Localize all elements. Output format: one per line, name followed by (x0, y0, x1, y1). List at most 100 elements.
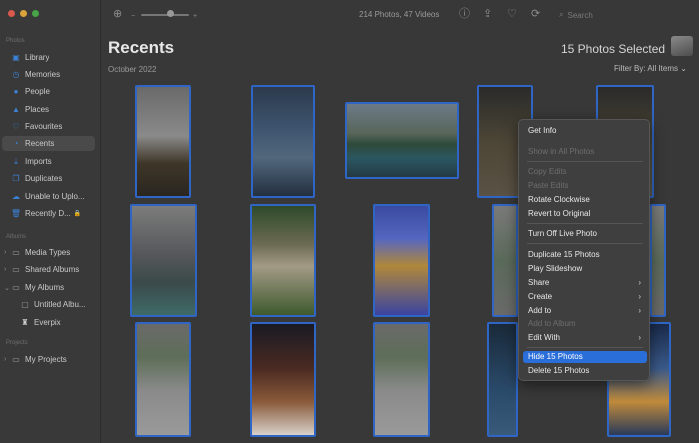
filter-dropdown[interactable]: Filter By: All Items ⌄ (614, 64, 687, 73)
zoom-slider-knob[interactable] (167, 10, 174, 17)
menu-item-edit-with[interactable]: Edit With › (523, 332, 647, 344)
photo-thumbnail[interactable] (487, 322, 518, 437)
photo-thumbnail[interactable] (250, 322, 316, 437)
photo-thumbnail[interactable] (345, 102, 459, 179)
sidebar-item-media-types[interactable]: › ▭ Media Types (2, 245, 95, 260)
rotate-icon[interactable]: ⟳ (531, 9, 540, 20)
photo-thumbnail[interactable] (135, 85, 191, 198)
sidebar-item-label: People (25, 87, 50, 96)
menu-item-label: Add to (528, 306, 552, 315)
sidebar-item-memories[interactable]: ◷ Memories (2, 67, 95, 82)
photo-thumbnail[interactable] (135, 322, 191, 437)
sidebar-item-untitled-album[interactable]: ▢ Untitled Albu... (2, 297, 95, 312)
sidebar-item-label: Everpix (34, 318, 61, 327)
photo-thumbnail[interactable] (373, 204, 430, 317)
chevron-right-icon[interactable]: › (4, 249, 6, 256)
places-icon: ▲ (12, 105, 20, 114)
sidebar-item-recents[interactable]: ◔ Recents (2, 136, 95, 151)
menu-item-add-to[interactable]: Add to › (523, 305, 647, 317)
photo-thumbnail[interactable] (250, 204, 316, 317)
menu-item-revert-to-original[interactable]: Revert to Original (523, 208, 647, 220)
sidebar-item-my-albums[interactable]: ⌄ ▭ My Albums (2, 280, 95, 295)
photo-count: 214 Photos, 47 Videos (359, 10, 440, 19)
chevron-right-icon: › (638, 306, 641, 315)
menu-item-play-slideshow[interactable]: Play Slideshow (523, 263, 647, 275)
sidebar-item-duplicates[interactable]: ❐ Duplicates (2, 171, 95, 186)
sidebar-item-label: My Albums (25, 283, 65, 292)
sidebar-item-favourites[interactable]: ♡ Favourites (2, 119, 95, 134)
menu-item-share[interactable]: Share › (523, 277, 647, 289)
heart-icon[interactable]: ♡ (507, 9, 517, 20)
menu-item-create[interactable]: Create › (523, 291, 647, 303)
chevron-down-icon[interactable]: ⌄ (4, 284, 10, 292)
menu-item-paste-edits: Paste Edits (528, 181, 569, 190)
share-icon[interactable]: ⇪ (483, 9, 492, 20)
photo-thumbnail[interactable] (130, 204, 197, 317)
menu-separator (527, 161, 643, 162)
chevron-right-icon[interactable]: › (4, 356, 6, 363)
photo-thumbnail[interactable] (492, 204, 518, 317)
sidebar-item-imports[interactable]: ⤓ Imports (2, 154, 95, 169)
sidebar-item-label: Duplicates (25, 174, 63, 183)
library-icon: ▣ (12, 53, 20, 62)
sidebar-item-people[interactable]: ● People (2, 84, 95, 99)
photo-thumbnail[interactable] (251, 85, 315, 198)
sidebar-item-label: Unable to Uplo... (25, 192, 85, 201)
clock-icon: ◔ (13, 139, 19, 148)
search-field[interactable]: ⌕ Search (559, 8, 689, 22)
chevron-right-icon: › (638, 278, 641, 287)
sidebar-section-albums: Albums (6, 234, 27, 240)
sidebar-item-places[interactable]: ▲ Places (2, 102, 95, 117)
menu-item-rotate-clockwise[interactable]: Rotate Clockwise (523, 194, 647, 206)
zoom-window-button[interactable] (32, 10, 39, 17)
info-icon[interactable]: ⓘ (459, 9, 470, 20)
minimize-window-button[interactable] (20, 10, 27, 17)
sidebar-item-label: Untitled Albu... (34, 300, 86, 309)
memories-icon: ◷ (12, 70, 20, 79)
sidebar-item-library[interactable]: ▣ Library (2, 50, 95, 65)
folder-icon: ▭ (12, 355, 20, 364)
sidebar-item-my-projects[interactable]: › ▭ My Projects (2, 352, 95, 367)
chevron-right-icon[interactable]: › (4, 266, 6, 273)
toolbar: ⊕ − + 214 Photos, 47 Videos ⓘ ⇪ ♡ ⟳ ⌕ Se… (101, 0, 699, 30)
sidebar-item-shared-albums[interactable]: › ▭ Shared Albums (2, 262, 95, 277)
search-icon: ⌕ (559, 10, 564, 19)
menu-item-label: Share (528, 278, 550, 287)
folder-icon: ▭ (12, 248, 20, 257)
zoom-slider[interactable] (141, 14, 189, 16)
sidebar-item-unable-to-upload[interactable]: ☁ Unable to Uplo... (2, 189, 95, 204)
sidebar-item-label: Recently D... (25, 209, 71, 218)
zoom-out-icon[interactable]: − (131, 11, 135, 22)
photo-thumbnail[interactable] (373, 322, 430, 437)
sidebar-item-label: Recents (25, 139, 55, 148)
menu-item-get-info[interactable]: Get Info (523, 125, 647, 137)
sidebar-item-recently-deleted[interactable]: 🗑 Recently D... 🔒 (2, 206, 95, 221)
sidebar-item-label: Media Types (25, 248, 71, 257)
menu-item-label: Create (528, 292, 553, 301)
photo-thumbnail[interactable] (650, 204, 666, 317)
filter-label: Filter By: All Items (614, 64, 679, 73)
sidebar-item-label: Imports (25, 157, 52, 166)
menu-item-turn-off-live-photo[interactable]: Turn Off Live Photo (523, 228, 647, 240)
sidebar-item-label: Favourites (25, 122, 63, 131)
sidebar-item-label: Places (25, 105, 50, 114)
people-icon: ● (13, 87, 19, 96)
menu-item-delete-photos[interactable]: Delete 15 Photos (523, 365, 647, 377)
sidebar-item-label: My Projects (25, 355, 67, 364)
menu-item-add-to-album: Add to Album (528, 319, 576, 328)
menu-separator (527, 243, 643, 244)
window-controls (8, 10, 39, 17)
sidebar: Photos ▣ Library ◷ Memories ● People ▲ P… (0, 0, 101, 443)
sidebar-item-everpix[interactable]: ♜ Everpix (2, 315, 95, 330)
chevron-down-icon: ⌄ (680, 64, 687, 73)
zoom-in-icon[interactable]: + (193, 11, 197, 22)
close-window-button[interactable] (8, 10, 15, 17)
context-menu: Get Info Show in All Photos Copy Edits P… (518, 119, 650, 381)
import-icon: ⤓ (14, 156, 18, 166)
chevron-right-icon: › (638, 333, 641, 342)
menu-item-hide-photos[interactable]: Hide 15 Photos (523, 351, 647, 363)
menu-item-duplicate-photos[interactable]: Duplicate 15 Photos (523, 249, 647, 261)
zoom-icon[interactable]: ⊕ (113, 9, 122, 20)
folder-icon: ▭ (12, 283, 20, 292)
chevron-right-icon: › (638, 292, 641, 301)
